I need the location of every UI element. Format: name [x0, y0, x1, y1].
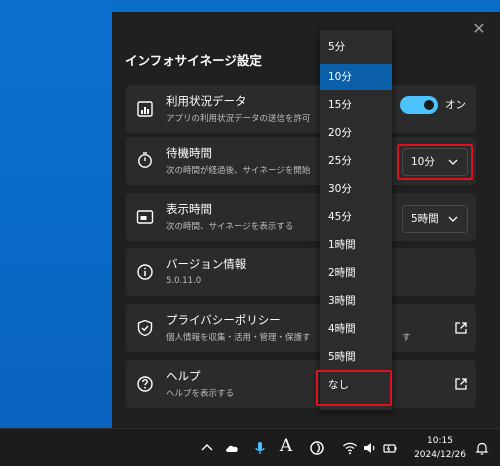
setting-title-version: バージョン情報 [166, 257, 247, 271]
version-number: 5.0.11.0 [166, 276, 202, 286]
setting-desc-privacy-tail: す [402, 333, 411, 343]
setting-card-version: バージョン情報 5.0.11.0 [126, 248, 476, 296]
close-button[interactable]: ✕ [468, 18, 490, 40]
dropdown-option[interactable]: 3時間 [320, 288, 392, 314]
display-time-select[interactable]: 5時間 [402, 205, 468, 233]
dropdown-option[interactable]: 15分 [320, 92, 392, 118]
chevron-up-icon[interactable] [199, 440, 215, 456]
setting-title-display: 表示時間 [166, 202, 212, 216]
page-title: インフォサイネージ設定 [125, 53, 262, 68]
external-link-icon[interactable] [454, 377, 468, 391]
setting-title-usage: 利用状況データ [166, 94, 247, 108]
dropdown-option[interactable]: 1時間 [320, 232, 392, 258]
setting-title-privacy: プライバシーポリシー [166, 313, 281, 327]
question-icon [137, 376, 153, 392]
standby-time-dropdown: 5分 10分 15分 20分 25分 30分 45分 1時間 2時間 3時間 4… [320, 30, 392, 410]
taskbar: A 10:15 2024/12/26 [0, 428, 500, 466]
desktop-background-top [112, 0, 500, 12]
bar-chart-icon [137, 101, 153, 117]
setting-card-help[interactable]: ヘルプ ヘルプを表示する [126, 360, 476, 408]
setting-title-standby: 待機時間 [166, 146, 212, 160]
dropdown-option[interactable]: 30分 [320, 176, 392, 202]
battery-icon[interactable] [382, 440, 398, 456]
setting-desc-standby: 次の時間が経過後、サイネージを開始 [166, 166, 311, 176]
external-link-icon[interactable] [454, 321, 468, 335]
dropdown-option[interactable]: 4時間 [320, 316, 392, 342]
microphone-icon[interactable] [252, 440, 268, 456]
toggle-knob [424, 100, 434, 110]
notification-bell-icon[interactable] [474, 440, 490, 456]
standby-select-highlight [397, 144, 473, 180]
dropdown-option[interactable]: 25分 [320, 148, 392, 174]
setting-desc-privacy: 個人情報を収集・活用・管理・保護す [166, 333, 311, 343]
setting-desc-display: 次の時間、サイネージを表示する [166, 222, 294, 232]
stopwatch-icon [138, 152, 152, 168]
speaker-icon[interactable] [362, 440, 378, 456]
dropdown-option[interactable]: 45分 [320, 204, 392, 230]
system-clock[interactable]: 10:15 2024/12/26 [412, 434, 468, 462]
dropdown-option[interactable]: 5分 [320, 34, 392, 60]
display-time-value: 5時間 [411, 213, 439, 225]
chevron-down-icon [448, 216, 458, 222]
clock-date: 2024/12/26 [414, 450, 466, 460]
setting-desc-usage: アプリの利用状況データの送信を許可 [166, 114, 311, 124]
close-icon: ✕ [472, 19, 486, 38]
setting-card-privacy[interactable]: プライバシーポリシー 個人情報を収集・活用・管理・保護す す [126, 304, 476, 352]
wifi-icon[interactable] [342, 440, 358, 456]
cloud-icon[interactable] [224, 440, 240, 456]
shield-check-icon [137, 319, 153, 337]
usage-data-toggle[interactable] [400, 96, 438, 114]
desktop-background [0, 0, 112, 428]
input-mode-icon[interactable] [309, 440, 325, 456]
dropdown-option[interactable]: 2時間 [320, 260, 392, 286]
setting-title-help: ヘルプ [166, 369, 201, 383]
dropdown-option[interactable]: 20分 [320, 120, 392, 146]
dropdown-option-selected[interactable]: 10分 [320, 64, 392, 90]
picture-in-picture-icon [136, 210, 154, 224]
clock-time: 10:15 [427, 436, 453, 446]
dropdown-option[interactable]: 5時間 [320, 344, 392, 370]
ime-indicator[interactable]: A [278, 435, 294, 457]
info-icon [137, 264, 153, 280]
none-option-highlight [316, 370, 392, 406]
setting-desc-help: ヘルプを表示する [166, 389, 235, 399]
toggle-state-label: オン [445, 99, 466, 111]
